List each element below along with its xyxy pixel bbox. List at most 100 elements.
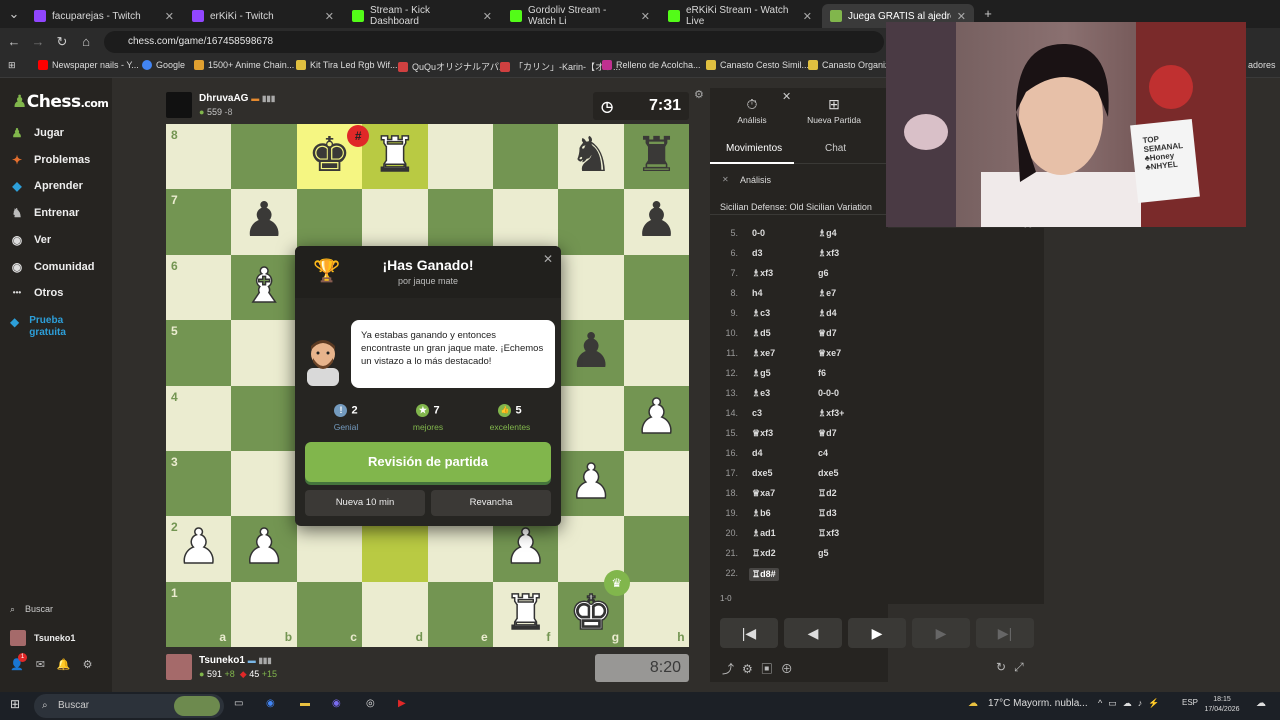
zoom-icon[interactable]: ⊕ (781, 662, 801, 676)
black-move[interactable]: ♖d2 (818, 488, 837, 499)
square-h2[interactable] (623, 516, 690, 582)
black-pawn[interactable]: ♟ (624, 189, 689, 254)
bookmark[interactable]: 1500+ Anime Chain... (194, 60, 294, 70)
user-link[interactable]: Tsuneko1 (10, 630, 75, 646)
free-trial-link[interactable]: ◆ Prueba gratuita (10, 315, 66, 339)
prev-move-button[interactable]: ◀ (784, 618, 842, 648)
black-move[interactable]: ♗xf3+ (818, 408, 844, 419)
black-move[interactable]: ♕d7 (818, 328, 837, 339)
square-e2[interactable] (427, 516, 493, 582)
explorer-icon[interactable]: ▬ (300, 698, 310, 709)
black-move[interactable]: ♕xe7 (818, 348, 841, 359)
square-g7[interactable] (558, 189, 624, 255)
white-move[interactable]: ♖xd2 (752, 548, 776, 559)
white-move[interactable]: ♗c3 (752, 308, 770, 319)
expand-icon[interactable]: ⤢ (1014, 660, 1032, 674)
white-move[interactable]: ♗ad1 (752, 528, 776, 539)
browser-tab[interactable]: eRKiKi Stream - Watch Live ✕ (660, 4, 820, 28)
game-review-button[interactable]: Revisión de partida (305, 442, 551, 482)
square-c7[interactable] (296, 189, 363, 255)
white-move[interactable]: d4 (752, 448, 763, 458)
next-move-button[interactable]: ▶ (912, 618, 970, 648)
play-button[interactable]: ▶ (848, 618, 906, 648)
white-move[interactable]: ♗e3 (752, 388, 770, 399)
obs-icon[interactable]: ▶ (398, 698, 406, 709)
close-icon[interactable]: ✕ (782, 90, 791, 103)
taskbar-search[interactable]: ⌕ Buscar (34, 694, 224, 718)
black-knight[interactable]: ♞ (558, 124, 623, 189)
close-tab-icon[interactable]: ✕ (325, 10, 334, 23)
tray-icons[interactable]: ^▭☁♪⚡ (1098, 698, 1165, 709)
browser-tab[interactable]: erKiKi - Twitch ✕ (184, 4, 342, 28)
white-move[interactable]: ♗xf3 (752, 268, 773, 279)
chess-logo[interactable]: ♟Chess.com (12, 92, 109, 112)
black-move[interactable]: ♗xf3 (818, 248, 839, 259)
tab-analysis[interactable]: ⏱ Análisis (712, 96, 792, 125)
black-rook[interactable]: ♜ (624, 124, 689, 189)
square-e7[interactable] (427, 189, 493, 255)
white-move[interactable]: ♗xe7 (752, 348, 775, 359)
white-move[interactable]: ♗d5 (752, 328, 771, 339)
white-move[interactable]: ♗g5 (752, 368, 771, 379)
mail-icon[interactable]: ✉ (36, 658, 45, 671)
chrome-icon[interactable]: ◉ (266, 698, 275, 709)
square-c2[interactable] (296, 516, 363, 582)
square-b5[interactable] (231, 320, 297, 386)
square-d7[interactable] (362, 189, 428, 255)
square-e8[interactable] (427, 124, 493, 190)
white-move[interactable]: dxe5 (752, 468, 773, 478)
close-tab-icon[interactable]: ✕ (641, 10, 650, 23)
square-f7[interactable] (493, 189, 559, 255)
square-b8[interactable] (231, 124, 297, 190)
rematch-button[interactable]: Revancha (431, 490, 551, 516)
square-h5[interactable] (623, 320, 690, 386)
sidebar-item-ver[interactable]: ◉ Ver (10, 233, 110, 247)
weather-text[interactable]: 17°C Mayorm. nubla... (988, 698, 1088, 709)
black-move[interactable]: c4 (818, 448, 828, 458)
black-move[interactable]: ♕d7 (818, 428, 837, 439)
notifications-icon[interactable]: ☁ (1256, 698, 1266, 709)
close-tab-icon[interactable]: ✕ (165, 10, 174, 23)
sidebar-item-comunidad[interactable]: ◉ Comunidad (10, 260, 110, 274)
taskbar-clock[interactable]: 18:15 17/04/2026 (1200, 695, 1244, 715)
bookmark[interactable]: Relleno de Acolcha... (602, 60, 701, 70)
white-pawn[interactable]: ♟ (231, 516, 296, 581)
apps-icon[interactable]: ⊞ (8, 60, 16, 71)
black-pawn[interactable]: ♟ (231, 189, 296, 254)
last-move-button[interactable]: ▶| (976, 618, 1034, 648)
image-icon[interactable]: ▣ (761, 662, 781, 676)
tab-search-icon[interactable]: ⌄ (4, 4, 24, 24)
player-name[interactable]: Tsuneko1 ▬ ▮▮▮ (199, 655, 272, 666)
flip-board-icon[interactable]: ↻ (996, 660, 1014, 674)
white-pawn[interactable]: ♟ (558, 451, 623, 516)
sidebar-item-entrenar[interactable]: ♞ Entrenar (10, 206, 110, 220)
black-move[interactable]: f6 (818, 368, 826, 378)
white-move[interactable]: c3 (752, 408, 762, 418)
analysis-icon[interactable]: ⚙ (742, 662, 761, 676)
task-view-icon[interactable]: ▭ (234, 698, 243, 709)
new-tab-icon[interactable]: + (978, 4, 998, 24)
first-move-button[interactable]: |◀ (720, 618, 778, 648)
opponent-name[interactable]: DhruvaAG ▬ ▮▮▮ (199, 93, 275, 104)
white-move[interactable]: ♗b6 (752, 508, 771, 519)
white-move[interactable]: ♕xf3 (752, 428, 773, 439)
black-move[interactable]: ♗d4 (818, 308, 837, 319)
black-move[interactable]: ♗g4 (818, 228, 837, 239)
discord-icon[interactable]: ◉ (332, 698, 341, 709)
search-link[interactable]: ⌕ Buscar (10, 604, 53, 615)
close-tab-icon[interactable]: ✕ (483, 10, 492, 23)
close-tab-icon[interactable]: ✕ (803, 10, 812, 23)
square-b3[interactable] (231, 451, 297, 517)
sidebar-item-aprender[interactable]: ◆ Aprender (10, 179, 110, 193)
black-pawn[interactable]: ♟ (558, 320, 623, 385)
square-h6[interactable] (623, 254, 690, 321)
white-pawn[interactable]: ♟ (624, 386, 689, 451)
toggle-icon[interactable]: ✕ (722, 175, 729, 184)
sidebar-item-jugar[interactable]: ♟ Jugar (10, 126, 110, 140)
new-game-button[interactable]: Nueva 10 min (305, 490, 425, 516)
bookmark[interactable]: Canasto Cesto Simil... (706, 60, 809, 70)
home-icon[interactable]: ⌂ (76, 32, 96, 52)
sidebar-item-otros[interactable]: ••• Otros (10, 286, 110, 300)
square-g6[interactable] (558, 254, 624, 321)
back-icon[interactable]: ← (4, 32, 24, 52)
